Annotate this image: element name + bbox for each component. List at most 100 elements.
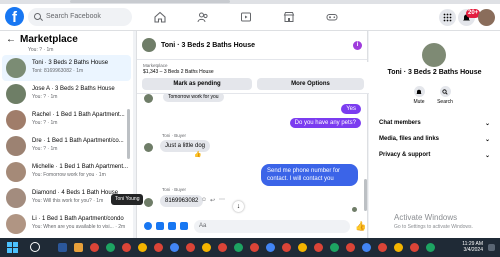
message-input[interactable]: Aa [194, 220, 350, 233]
image-icon[interactable] [156, 222, 164, 230]
avatar [6, 110, 26, 130]
chat-title[interactable]: Toni · 3 Beds 2 Baths House [161, 42, 255, 49]
chrome-icon[interactable] [282, 243, 291, 252]
conversation-snippet: You: ? · 1m [32, 146, 58, 152]
avatar [144, 198, 153, 207]
gaming-nav-icon[interactable] [312, 8, 352, 26]
more-options-button[interactable]: More Options [257, 78, 364, 90]
conversation-snippet: You: When are you available to visi... ·… [32, 224, 126, 230]
windows-taskbar: 11:29 AM 3/4/2024 [0, 238, 500, 257]
chrome-icon[interactable] [378, 243, 387, 252]
sticker-icon[interactable] [168, 222, 176, 230]
taskbar-search-icon[interactable] [30, 242, 40, 252]
conversation-snippet: You: ? · 1m [32, 120, 58, 126]
conversation-item[interactable]: Li · 1 Bed 1 Bath Apartment/condo You: W… [2, 211, 131, 237]
chrome-icon[interactable] [122, 243, 131, 252]
chrome-icon[interactable] [410, 243, 419, 252]
menu-grid-icon[interactable] [439, 9, 456, 26]
conversation-title: Toni · 3 Beds 2 Baths House [32, 60, 109, 66]
conversation-item[interactable]: Rachel · 1 Bed 1 Bath Apartment... You: … [2, 107, 131, 133]
seen-avatar [352, 207, 357, 212]
message-bubble: Send me phone number for contact. I will… [261, 164, 358, 186]
marketplace-nav-icon[interactable] [269, 8, 309, 26]
file-explorer-icon[interactable] [74, 243, 83, 252]
conversation-item[interactable]: Dre · 1 Bed 1 Bath Apartment/co... You: … [2, 133, 131, 159]
bell-icon [413, 86, 425, 97]
conversation-item[interactable]: Toni · 3 Beds 2 Baths House Toni: 816996… [2, 55, 131, 81]
sender-label: Toni · Buyer [162, 187, 187, 192]
conversation-snippet: You: Fomorrow work for you · 1m [32, 172, 106, 178]
list-item-preview: You: ? · 1m [28, 47, 54, 53]
chrome-icon[interactable] [394, 243, 403, 252]
mark-as-pending-button[interactable]: Mark as pending [142, 78, 252, 90]
chrome-icon[interactable] [138, 243, 147, 252]
chrome-icon[interactable] [234, 243, 243, 252]
chrome-icon[interactable] [314, 243, 323, 252]
listing-label: Marketplace [143, 63, 168, 68]
avatar [144, 94, 153, 103]
media-files-links-row[interactable]: Media, files and links ⌄ [379, 136, 494, 146]
conversation-title: Jose A · 3 Beds 2 Baths House [32, 86, 115, 92]
chrome-icon[interactable] [170, 243, 179, 252]
notification-center-icon[interactable] [488, 244, 495, 251]
chrome-icon[interactable] [250, 243, 259, 252]
conversation-item[interactable]: Michelle · 1 Bed 1 Bath Apartment... You… [2, 159, 131, 185]
avatar [6, 188, 26, 208]
chrome-icon[interactable] [362, 243, 371, 252]
account-avatar[interactable] [478, 9, 495, 26]
react-icon[interactable]: ☺ [201, 197, 207, 203]
gif-icon[interactable] [180, 222, 188, 230]
conversation-title: Li · 1 Bed 1 Bath Apartment/condo [32, 216, 124, 222]
windows-start-icon[interactable] [7, 242, 18, 253]
message-bubble: Do you have any pets? [289, 118, 361, 128]
friends-nav-icon[interactable] [183, 8, 223, 26]
chrome-icon[interactable] [186, 243, 195, 252]
microphone-icon[interactable] [144, 222, 152, 230]
message-thread: Tomorrow work for you Yes Do you have an… [137, 94, 369, 216]
chrome-icon[interactable] [426, 243, 435, 252]
conversation-title: Dre · 1 Bed 1 Bath Apartment/co... [32, 138, 124, 144]
chrome-icon[interactable] [218, 243, 227, 252]
home-nav-icon[interactable] [140, 8, 180, 26]
listing-price[interactable]: $1,343 – 3 Beds 2 Baths House [143, 69, 214, 75]
back-arrow-icon[interactable]: ← [6, 34, 16, 45]
video-nav-icon[interactable] [226, 8, 266, 26]
chrome-icon[interactable] [266, 243, 275, 252]
chat-scrollbar[interactable] [364, 179, 367, 211]
chrome-icon[interactable] [330, 243, 339, 252]
chevron-down-icon: ⌄ [484, 153, 490, 159]
conversation-snippet: Toni: 8169963082 · 1m [32, 68, 84, 74]
reply-icon[interactable]: ↩ [210, 197, 215, 204]
chrome-icon[interactable] [154, 243, 163, 252]
taskbar-app-icon[interactable] [58, 243, 67, 252]
avatar [6, 84, 26, 104]
sidebar-title: Marketplace [20, 33, 78, 45]
chrome-icon[interactable] [202, 243, 211, 252]
mute-button[interactable]: Mute [409, 86, 429, 105]
facebook-logo[interactable]: f [5, 7, 24, 26]
avatar[interactable] [142, 38, 156, 52]
details-title: Toni · 3 Beds 2 Baths House [387, 69, 482, 76]
avatar [6, 136, 26, 156]
chrome-icon[interactable] [90, 243, 99, 252]
search-button[interactable]: Search [435, 86, 455, 105]
like-icon[interactable]: 👍 [355, 221, 366, 232]
activate-windows-watermark: Activate Windows [394, 213, 458, 222]
address-bar[interactable] [70, 0, 230, 3]
privacy-support-row[interactable]: Privacy & support ⌄ [379, 152, 494, 162]
sidebar-scrollbar[interactable] [127, 109, 130, 159]
reaction-icon: 👍 [194, 152, 202, 158]
chrome-icon[interactable] [298, 243, 307, 252]
system-clock[interactable]: 11:29 AM 3/4/2024 [453, 241, 483, 253]
search-input[interactable]: Search Facebook [28, 8, 132, 26]
message-composer: Aa 👍 [137, 218, 369, 238]
sender-label: Toni · Buyer [162, 133, 187, 138]
info-icon[interactable]: i [353, 41, 362, 50]
scroll-down-button[interactable]: ↓ [233, 201, 244, 212]
chrome-icon[interactable] [346, 243, 355, 252]
chrome-icon[interactable] [106, 243, 115, 252]
conversation-item[interactable]: Jose A · 3 Beds 2 Baths House You: ? · 1… [2, 81, 131, 107]
chat-members-row[interactable]: Chat members ⌄ [379, 120, 494, 130]
search-icon [439, 86, 451, 97]
more-icon[interactable]: ⋯ [219, 196, 225, 203]
